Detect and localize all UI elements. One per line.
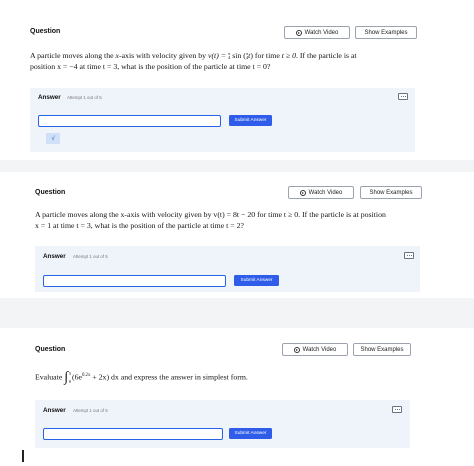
question-text: A particle moves along the x-axis with v… — [30, 50, 450, 72]
keyboard-icon[interactable] — [392, 406, 402, 413]
watch-video-label: Watch Video — [308, 189, 343, 196]
show-examples-label: Show Examples — [369, 189, 413, 196]
answer-label: Answer — [43, 253, 66, 260]
play-icon — [299, 189, 306, 196]
question-text: Evaluate ∫ 5 0 (6e0.2x + 2x) dx and expres… — [35, 370, 248, 386]
attempt-counter: Attempt 1 out of 5 — [67, 95, 102, 100]
play-icon — [295, 29, 302, 36]
question-label: Question — [30, 28, 61, 35]
question-line-2: x = 1 at time t = 3, what is the positio… — [35, 221, 244, 230]
question-text: A particle moves along the x-axis with v… — [35, 209, 435, 231]
question-line-1: A particle moves along the x-axis with v… — [30, 51, 357, 61]
keyboard-icon[interactable] — [404, 252, 414, 259]
watch-video-label: Watch Video — [304, 29, 339, 36]
question-line-1: A particle moves along the x-axis with v… — [35, 210, 386, 219]
watch-video-button[interactable]: Watch Video — [282, 343, 348, 356]
answer-label: Answer — [38, 94, 61, 101]
section-gap — [0, 298, 474, 328]
question-label: Question — [35, 346, 66, 353]
question-line-2: position x = −4 at time t = 3, what is t… — [30, 62, 271, 71]
show-examples-label: Show Examples — [360, 346, 404, 353]
question-card: Question Watch Video Show Examples Evalu… — [0, 328, 474, 466]
submit-answer-button[interactable]: Submit Answer — [229, 115, 272, 126]
show-examples-button[interactable]: Show Examples — [353, 343, 411, 356]
watch-video-button[interactable]: Watch Video — [284, 26, 350, 39]
submit-answer-button[interactable]: Submit Answer — [234, 275, 279, 286]
watch-video-label: Watch Video — [302, 346, 337, 353]
keyboard-icon[interactable] — [398, 93, 408, 100]
answer-input[interactable] — [43, 275, 226, 287]
answer-label: Answer — [43, 407, 66, 414]
question-label: Question — [35, 189, 66, 196]
submit-answer-button[interactable]: Submit Answer — [229, 428, 272, 439]
show-examples-button[interactable]: Show Examples — [360, 186, 422, 199]
show-examples-label: Show Examples — [364, 29, 408, 36]
sqrt-button[interactable]: √ — [46, 133, 60, 144]
attempt-counter: Attempt 1 out of 5 — [73, 254, 108, 259]
section-gap — [0, 160, 474, 172]
question-card: Question Watch Video Show Examples A par… — [0, 0, 474, 160]
watch-video-button[interactable]: Watch Video — [288, 186, 354, 199]
text-cursor — [22, 450, 24, 462]
answer-input[interactable] — [38, 115, 221, 127]
show-examples-button[interactable]: Show Examples — [355, 26, 417, 39]
attempt-counter: Attempt 1 out of 5 — [73, 408, 108, 413]
question-card: Question Watch Video Show Examples A par… — [0, 172, 474, 298]
answer-input[interactable] — [43, 428, 223, 440]
play-icon — [293, 346, 300, 353]
